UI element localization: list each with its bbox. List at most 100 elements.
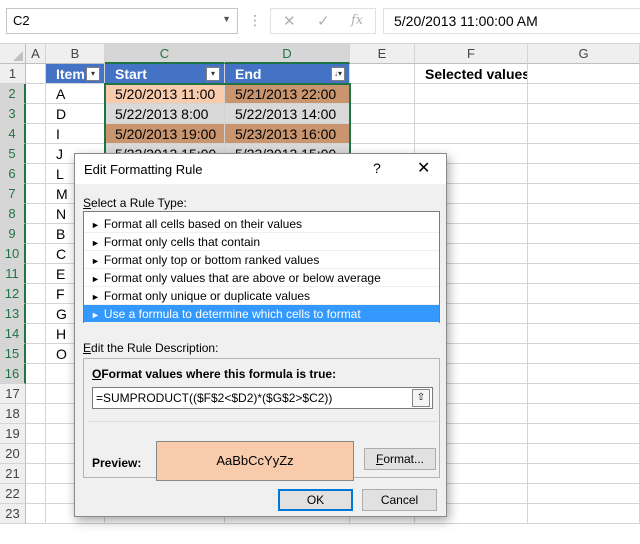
cell[interactable] bbox=[528, 464, 640, 484]
cancel-icon[interactable]: ✕ bbox=[283, 12, 296, 30]
cell[interactable] bbox=[350, 64, 415, 84]
cancel-button[interactable]: Cancel bbox=[362, 489, 437, 511]
close-icon[interactable]: ✕ bbox=[417, 158, 430, 178]
cell[interactable] bbox=[350, 124, 415, 144]
rule-type-list[interactable]: ► Format all cells based on their values ►… bbox=[83, 211, 440, 323]
cell[interactable] bbox=[26, 424, 46, 444]
rule-type-item[interactable]: ► Format only top or bottom ranked values bbox=[84, 251, 439, 269]
cell[interactable] bbox=[528, 504, 640, 524]
filter-dropdown-icon[interactable]: ▾ bbox=[206, 67, 220, 81]
insert-function-icon[interactable]: fx bbox=[351, 13, 363, 28]
row-header-2[interactable]: 2 bbox=[0, 84, 26, 104]
column-header-c[interactable]: C bbox=[105, 44, 225, 64]
cell[interactable] bbox=[26, 204, 46, 224]
cell[interactable] bbox=[528, 364, 640, 384]
cell[interactable] bbox=[26, 304, 46, 324]
collapse-dialog-icon[interactable]: ⇧ bbox=[412, 389, 430, 407]
column-header-a[interactable]: A bbox=[26, 44, 46, 64]
cell[interactable] bbox=[528, 124, 640, 144]
cell[interactable] bbox=[528, 104, 640, 124]
rule-type-item[interactable]: ► Format only unique or duplicate values bbox=[84, 287, 439, 305]
cell[interactable] bbox=[26, 164, 46, 184]
cell[interactable] bbox=[528, 284, 640, 304]
item-cell[interactable]: D bbox=[46, 104, 105, 124]
cell[interactable] bbox=[528, 304, 640, 324]
cell[interactable] bbox=[26, 444, 46, 464]
cell[interactable] bbox=[528, 144, 640, 164]
column-header-d[interactable]: D bbox=[225, 44, 350, 64]
row-header-3[interactable]: 3 bbox=[0, 104, 26, 124]
row-header-6[interactable]: 6 bbox=[0, 164, 26, 184]
row-header-20[interactable]: 20 bbox=[0, 444, 26, 464]
cell[interactable] bbox=[26, 464, 46, 484]
rule-type-item[interactable]: ► Use a formula to determine which cells … bbox=[84, 305, 439, 323]
cell[interactable] bbox=[528, 324, 640, 344]
cell[interactable] bbox=[26, 244, 46, 264]
row-header-17[interactable]: 17 bbox=[0, 384, 26, 404]
rule-type-item[interactable]: ► Format all cells based on their values bbox=[84, 215, 439, 233]
row-header-12[interactable]: 12 bbox=[0, 284, 26, 304]
formula-input[interactable]: 5/20/2013 11:00:00 AM bbox=[383, 8, 640, 34]
row-header-22[interactable]: 22 bbox=[0, 484, 26, 504]
row-header-4[interactable]: 4 bbox=[0, 124, 26, 144]
cell[interactable] bbox=[528, 264, 640, 284]
row-header-16[interactable]: 16 bbox=[0, 364, 26, 384]
cell[interactable] bbox=[26, 344, 46, 364]
cell[interactable] bbox=[528, 164, 640, 184]
item-cell[interactable]: I bbox=[46, 124, 105, 144]
cell[interactable] bbox=[350, 104, 415, 124]
row-header-18[interactable]: 18 bbox=[0, 404, 26, 424]
row-header-14[interactable]: 14 bbox=[0, 324, 26, 344]
cell[interactable] bbox=[415, 84, 528, 104]
selected-values-label[interactable]: Selected values bbox=[415, 64, 528, 84]
cell[interactable] bbox=[26, 264, 46, 284]
cell[interactable] bbox=[415, 104, 528, 124]
item-cell[interactable]: A bbox=[46, 84, 105, 104]
enter-icon[interactable]: ✓ bbox=[317, 12, 330, 30]
cell[interactable] bbox=[528, 244, 640, 264]
cell[interactable] bbox=[528, 84, 640, 104]
cell[interactable] bbox=[26, 144, 46, 164]
row-header-19[interactable]: 19 bbox=[0, 424, 26, 444]
cell[interactable] bbox=[26, 404, 46, 424]
row-header-10[interactable]: 10 bbox=[0, 244, 26, 264]
cell[interactable] bbox=[528, 384, 640, 404]
cell[interactable] bbox=[26, 384, 46, 404]
cell[interactable] bbox=[528, 224, 640, 244]
row-header-5[interactable]: 5 bbox=[0, 144, 26, 164]
cell[interactable] bbox=[350, 84, 415, 104]
cell[interactable] bbox=[26, 324, 46, 344]
cell[interactable] bbox=[26, 64, 46, 84]
row-header-13[interactable]: 13 bbox=[0, 304, 26, 324]
row-header-11[interactable]: 11 bbox=[0, 264, 26, 284]
cell[interactable] bbox=[26, 124, 46, 144]
row-header-23[interactable]: 23 bbox=[0, 504, 26, 524]
column-header-b[interactable]: B bbox=[46, 44, 105, 64]
cell[interactable] bbox=[528, 204, 640, 224]
column-header-g[interactable]: G bbox=[528, 44, 640, 64]
cell[interactable] bbox=[26, 84, 46, 104]
column-header-e[interactable]: E bbox=[350, 44, 415, 64]
cell[interactable] bbox=[528, 404, 640, 424]
name-box[interactable]: C2 ▼ bbox=[6, 8, 238, 34]
cell[interactable] bbox=[528, 64, 640, 84]
ok-button[interactable]: OK bbox=[278, 489, 353, 511]
cell[interactable] bbox=[26, 284, 46, 304]
select-all-corner[interactable] bbox=[0, 44, 26, 64]
cell[interactable] bbox=[528, 444, 640, 464]
formula-field[interactable]: =SUMPRODUCT(($F$2<$D2)*($G$2>$C2)) ⇧ bbox=[92, 387, 433, 409]
rule-type-item[interactable]: ► Format only cells that contain bbox=[84, 233, 439, 251]
cell[interactable] bbox=[26, 504, 46, 524]
format-button[interactable]: Format... bbox=[364, 448, 436, 470]
row-header-21[interactable]: 21 bbox=[0, 464, 26, 484]
cell[interactable] bbox=[528, 484, 640, 504]
cell[interactable] bbox=[26, 184, 46, 204]
cell[interactable] bbox=[26, 364, 46, 384]
row-header-1[interactable]: 1 bbox=[0, 64, 26, 84]
cell[interactable] bbox=[528, 424, 640, 444]
cell[interactable] bbox=[26, 484, 46, 504]
cell[interactable] bbox=[26, 224, 46, 244]
filter-dropdown-icon[interactable]: ▾ bbox=[86, 67, 100, 81]
help-icon[interactable]: ? bbox=[373, 160, 381, 176]
column-header-f[interactable]: F bbox=[415, 44, 528, 64]
